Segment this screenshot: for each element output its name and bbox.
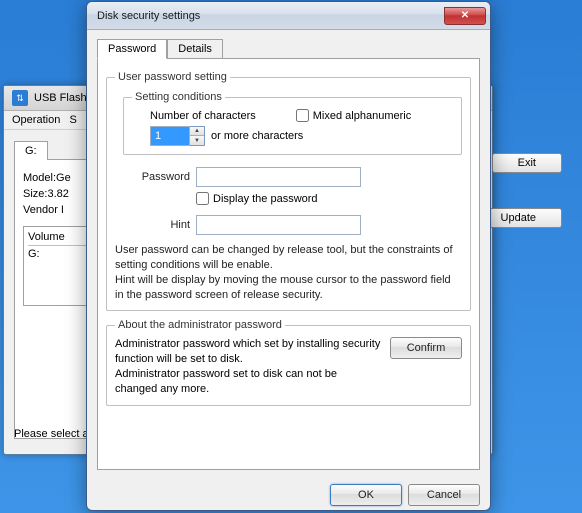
dialog-title: Disk security settings [97, 10, 444, 22]
label-password: Password [115, 171, 190, 183]
tab-details[interactable]: Details [167, 39, 223, 59]
bg-status-text: Please select a [14, 428, 89, 440]
num-characters-input[interactable] [150, 126, 190, 146]
dialog-footer: OK Cancel [87, 480, 490, 510]
user-password-help: User password can be changed by release … [115, 243, 462, 302]
ok-button[interactable]: OK [330, 484, 402, 506]
tab-bar: Password Details [97, 39, 480, 59]
spinner-down-icon[interactable]: ▼ [190, 136, 204, 145]
label-num-characters: Number of characters [150, 110, 256, 122]
mixed-alpha-checkbox[interactable] [296, 109, 309, 122]
mixed-alpha-label[interactable]: Mixed alphanumeric [296, 109, 411, 122]
cancel-button[interactable]: Cancel [408, 484, 480, 506]
legend-conditions: Setting conditions [132, 91, 225, 103]
spinner-up-icon[interactable]: ▲ [190, 127, 204, 136]
dialog-body: Password Details User password setting S… [87, 30, 490, 480]
password-input[interactable] [196, 167, 361, 187]
dialog-close-button[interactable]: ✕ [444, 7, 486, 25]
display-password-checkbox[interactable] [196, 192, 209, 205]
dialog-title-bar[interactable]: Disk security settings ✕ [87, 2, 490, 30]
exit-button[interactable]: Exit [492, 153, 562, 173]
group-user-password: User password setting Setting conditions… [106, 71, 471, 311]
usb-icon: ⇅ [12, 90, 28, 106]
disk-security-dialog: Disk security settings ✕ Password Detail… [86, 1, 491, 511]
bg-drive-tab[interactable]: G: [14, 141, 48, 160]
hint-input[interactable] [196, 215, 361, 235]
num-characters-spinner[interactable]: ▲ ▼ [150, 126, 205, 146]
confirm-button[interactable]: Confirm [390, 337, 462, 359]
admin-help-text: Administrator password which set by inst… [115, 337, 382, 396]
group-admin-password: About the administrator password Adminis… [106, 319, 471, 405]
menu-operation[interactable]: Operation [12, 114, 60, 126]
display-password-label[interactable]: Display the password [196, 192, 318, 205]
tab-panel-password: User password setting Setting conditions… [97, 58, 480, 470]
legend-admin: About the administrator password [115, 319, 285, 331]
display-password-text: Display the password [213, 193, 318, 205]
group-setting-conditions: Setting conditions Number of characters … [123, 91, 462, 155]
tab-password[interactable]: Password [97, 39, 167, 59]
mixed-alpha-text: Mixed alphanumeric [313, 110, 411, 122]
label-or-more: or more characters [211, 130, 303, 142]
menu-truncated[interactable]: S [69, 114, 76, 126]
legend-user-password: User password setting [115, 71, 230, 83]
label-hint: Hint [115, 219, 190, 231]
